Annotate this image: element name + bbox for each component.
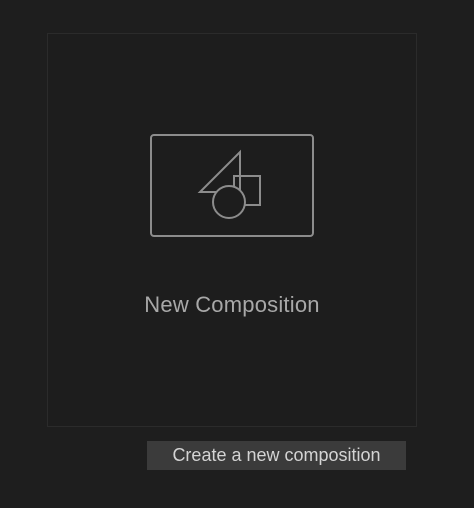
composition-shapes-icon: [150, 134, 314, 237]
new-composition-label: New Composition: [144, 292, 320, 317]
tooltip: Create a new composition: [147, 441, 406, 470]
new-composition-card[interactable]: New Composition: [47, 33, 417, 427]
